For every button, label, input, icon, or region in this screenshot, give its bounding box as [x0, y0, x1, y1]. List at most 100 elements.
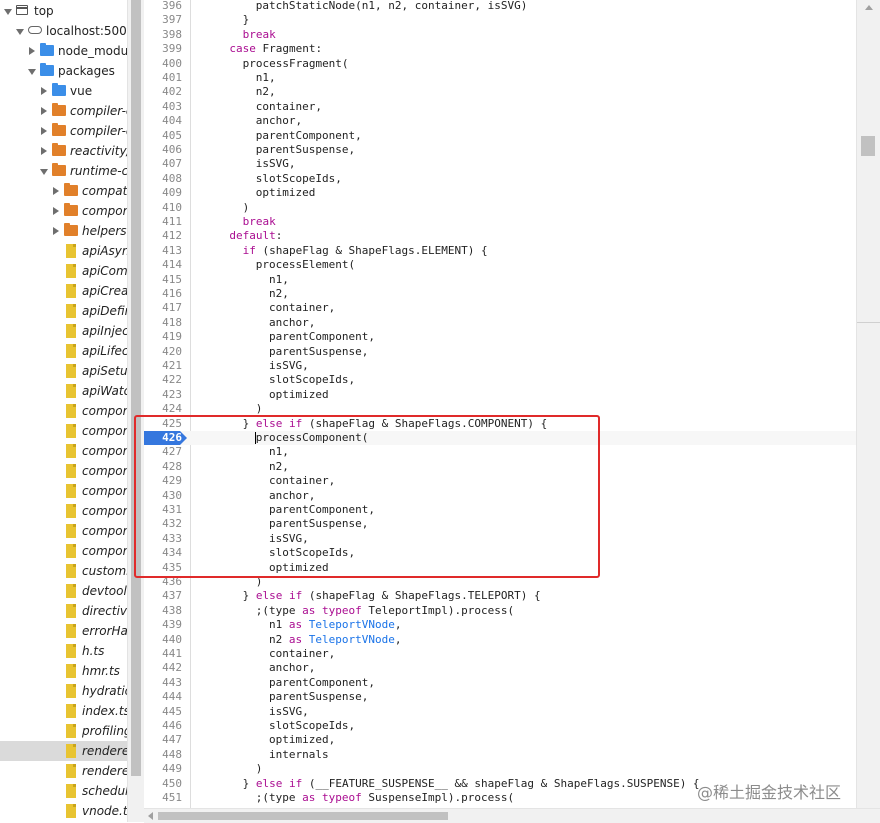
scrollbar-thumb[interactable]: [861, 136, 875, 156]
tree-item[interactable]: apiSetupHelpers.ts: [0, 361, 127, 381]
line-number[interactable]: 425: [144, 417, 182, 431]
line-number[interactable]: 413: [144, 244, 182, 258]
tree-item[interactable]: vnode.ts: [0, 801, 127, 821]
line-number[interactable]: 442: [144, 661, 182, 675]
tree-item[interactable]: reactivity/src: [0, 141, 127, 161]
line-number[interactable]: 436: [144, 575, 182, 589]
line-number[interactable]: 429: [144, 474, 182, 488]
line-number[interactable]: 445: [144, 705, 182, 719]
tree-item[interactable]: directives.ts: [0, 601, 127, 621]
collapse-arrow-icon[interactable]: [41, 127, 47, 135]
line-number[interactable]: 437: [144, 589, 182, 603]
tree-item[interactable]: component.ts: [0, 401, 127, 421]
tree-item[interactable]: devtools.ts: [0, 581, 127, 601]
line-number[interactable]: 400: [144, 57, 182, 71]
tree-item[interactable]: apiAsyncComponent.ts: [0, 241, 127, 261]
expand-arrow-icon[interactable]: [40, 169, 48, 175]
expand-arrow-icon[interactable]: [4, 9, 12, 15]
tree-item[interactable]: apiDefineComponent.ts: [0, 301, 127, 321]
line-number[interactable]: 411: [144, 215, 182, 229]
collapse-arrow-icon[interactable]: [41, 87, 47, 95]
line-number[interactable]: 423: [144, 388, 182, 402]
scrollbar-thumb[interactable]: [131, 0, 141, 776]
line-number[interactable]: 430: [144, 489, 182, 503]
scrollbar-thumb[interactable]: [158, 812, 448, 820]
tree-item[interactable]: apiLifecycle.ts: [0, 341, 127, 361]
tree-item[interactable]: rendererTemplateRef.ts: [0, 761, 127, 781]
line-number[interactable]: 427: [144, 445, 182, 459]
file-navigator-scrollbar[interactable]: [127, 0, 144, 822]
tree-item[interactable]: errorHandling.ts: [0, 621, 127, 641]
tree-item[interactable]: vue: [0, 81, 127, 101]
line-number[interactable]: 443: [144, 676, 182, 690]
line-number[interactable]: 434: [144, 546, 182, 560]
line-number[interactable]: 435: [144, 561, 182, 575]
line-number[interactable]: 398: [144, 28, 182, 42]
collapse-arrow-icon[interactable]: [29, 47, 35, 55]
line-number[interactable]: 402: [144, 85, 182, 99]
tree-item[interactable]: apiComputed.ts: [0, 261, 127, 281]
tree-item[interactable]: components: [0, 201, 127, 221]
expand-arrow-icon[interactable]: [16, 29, 24, 35]
tree-item[interactable]: scheduler.ts: [0, 781, 127, 801]
line-number[interactable]: 419: [144, 330, 182, 344]
line-number[interactable]: 416: [144, 287, 182, 301]
collapse-arrow-icon[interactable]: [53, 187, 59, 195]
tree-item[interactable]: apiCreateApp.ts: [0, 281, 127, 301]
line-number[interactable]: 428: [144, 460, 182, 474]
line-number[interactable]: 448: [144, 748, 182, 762]
tree-item[interactable]: customFormatter.ts: [0, 561, 127, 581]
tree-item[interactable]: compat: [0, 181, 127, 201]
tree-item[interactable]: renderer.ts: [0, 741, 127, 761]
tree-item[interactable]: componentEmits.ts: [0, 421, 127, 441]
scroll-left-icon[interactable]: [148, 812, 153, 820]
line-number[interactable]: 440: [144, 633, 182, 647]
line-number[interactable]: 426: [144, 431, 182, 445]
scroll-up-icon[interactable]: [865, 5, 873, 10]
tree-item[interactable]: compiler-core: [0, 101, 127, 121]
line-number[interactable]: 397: [144, 13, 182, 27]
line-number[interactable]: 399: [144, 42, 182, 56]
tree-item[interactable]: apiInject.ts: [0, 321, 127, 341]
line-number[interactable]: 439: [144, 618, 182, 632]
tree-item[interactable]: node_modules: [0, 41, 127, 61]
line-number[interactable]: 446: [144, 719, 182, 733]
collapse-arrow-icon[interactable]: [53, 207, 59, 215]
line-number[interactable]: 451: [144, 791, 182, 805]
line-number[interactable]: 422: [144, 373, 182, 387]
line-number[interactable]: 424: [144, 402, 182, 416]
tree-item[interactable]: compiler-dom: [0, 121, 127, 141]
line-number[interactable]: 433: [144, 532, 182, 546]
collapse-arrow-icon[interactable]: [41, 107, 47, 115]
editor-horizontal-scrollbar[interactable]: [144, 808, 880, 823]
tree-item[interactable]: index.ts: [0, 701, 127, 721]
line-number[interactable]: 408: [144, 172, 182, 186]
line-number[interactable]: 417: [144, 301, 182, 315]
tree-item[interactable]: runtime-core: [0, 161, 127, 181]
tree-item[interactable]: componentSlots.ts: [0, 541, 127, 561]
line-number[interactable]: 444: [144, 690, 182, 704]
tree-item[interactable]: localhost:5000: [0, 21, 127, 41]
line-number[interactable]: 405: [144, 129, 182, 143]
tree-item[interactable]: helpers: [0, 221, 127, 241]
line-number[interactable]: 441: [144, 647, 182, 661]
line-number[interactable]: 414: [144, 258, 182, 272]
tree-item[interactable]: apiWatch.ts: [0, 381, 127, 401]
tree-item[interactable]: profiling.ts: [0, 721, 127, 741]
line-number[interactable]: 449: [144, 762, 182, 776]
line-number[interactable]: 450: [144, 777, 182, 791]
line-number[interactable]: 412: [144, 229, 182, 243]
line-number[interactable]: 396: [144, 0, 182, 13]
tree-item[interactable]: componentRenderUtils.ts: [0, 521, 127, 541]
line-number[interactable]: 409: [144, 186, 182, 200]
tree-item[interactable]: h.ts: [0, 641, 127, 661]
line-number[interactable]: 406: [144, 143, 182, 157]
editor-vertical-scrollbar[interactable]: [856, 0, 880, 808]
collapse-arrow-icon[interactable]: [41, 147, 47, 155]
expand-arrow-icon[interactable]: [28, 69, 36, 75]
tree-item[interactable]: hmr.ts: [0, 661, 127, 681]
line-number[interactable]: 410: [144, 201, 182, 215]
line-number[interactable]: 431: [144, 503, 182, 517]
tree-item[interactable]: componentProps.ts: [0, 461, 127, 481]
tree-item[interactable]: hydration.ts: [0, 681, 127, 701]
